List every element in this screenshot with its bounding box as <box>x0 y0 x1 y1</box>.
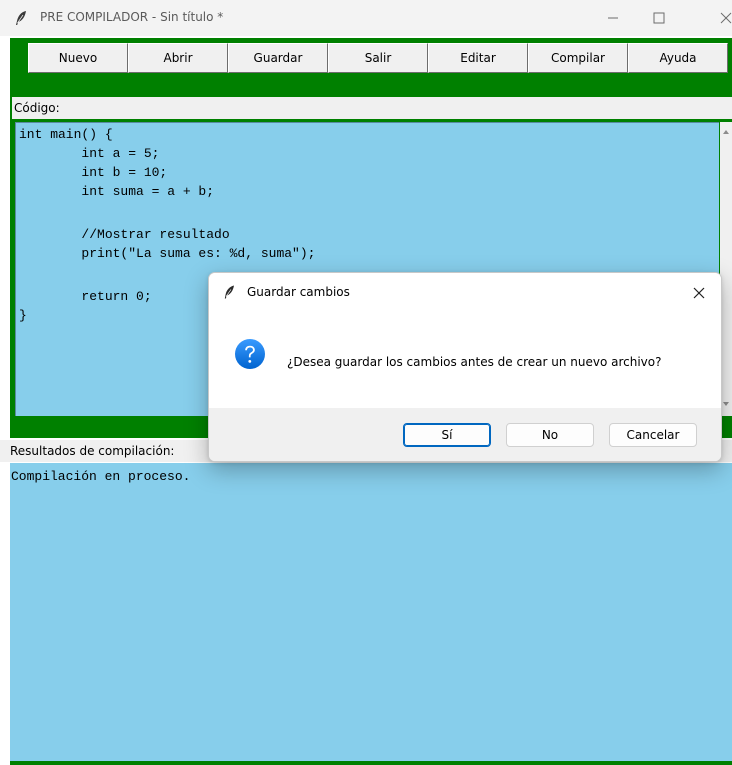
code-line: int a = 5; <box>19 146 160 161</box>
save-changes-dialog: Guardar cambios ¿Desea guardar los cambi… <box>208 272 722 462</box>
dialog-close-button[interactable] <box>689 283 709 303</box>
results-label: Resultados de compilación: <box>10 444 175 458</box>
question-icon <box>235 339 265 369</box>
no-button[interactable]: No <box>506 423 594 447</box>
minimize-button[interactable] <box>590 0 636 36</box>
window-close-button[interactable] <box>700 0 732 36</box>
window-title-bar: PRE COMPILADOR - Sin título * <box>0 0 732 36</box>
compilar-button[interactable]: Compilar <box>528 43 628 73</box>
ayuda-button[interactable]: Ayuda <box>628 43 728 73</box>
dialog-title-bar: Guardar cambios <box>209 273 721 311</box>
close-icon <box>720 12 732 24</box>
results-text: Compilación en proceso. <box>11 469 191 484</box>
code-label-bar: Código: <box>12 97 732 119</box>
code-label: Código: <box>14 101 60 115</box>
dialog-message: ¿Desea guardar los cambios antes de crea… <box>287 355 662 369</box>
code-line: int b = 10; <box>19 165 168 180</box>
maximize-button[interactable] <box>636 0 682 36</box>
code-line: int suma = a + b; <box>19 184 215 199</box>
results-output[interactable]: Compilación en proceso. <box>10 463 732 761</box>
bottom-border <box>10 761 732 765</box>
scroll-up-icon[interactable] <box>723 130 729 134</box>
code-line: int main() { <box>19 127 113 142</box>
guardar-button[interactable]: Guardar <box>228 43 328 73</box>
dialog-title: Guardar cambios <box>247 285 350 299</box>
minimize-icon <box>608 17 618 19</box>
yes-button[interactable]: Sí <box>403 423 491 447</box>
code-line: //Mostrar resultado <box>19 227 230 242</box>
toolbar: Nuevo Abrir Guardar Salir Editar Compila… <box>28 43 728 73</box>
maximize-icon <box>653 12 665 24</box>
window-title: PRE COMPILADOR - Sin título * <box>40 10 224 24</box>
abrir-button[interactable]: Abrir <box>128 43 228 73</box>
dialog-footer: Sí No Cancelar <box>209 408 721 461</box>
feather-icon <box>224 285 234 299</box>
code-line: print("La suma es: %d, suma"); <box>19 246 316 261</box>
nuevo-button[interactable]: Nuevo <box>28 43 128 73</box>
code-line: return 0; <box>19 289 152 304</box>
close-icon <box>693 287 705 299</box>
scroll-down-icon[interactable] <box>723 402 729 406</box>
editar-button[interactable]: Editar <box>428 43 528 73</box>
feather-icon <box>16 11 26 25</box>
salir-button[interactable]: Salir <box>328 43 428 73</box>
cancel-button[interactable]: Cancelar <box>609 423 697 447</box>
code-line: } <box>19 308 27 323</box>
